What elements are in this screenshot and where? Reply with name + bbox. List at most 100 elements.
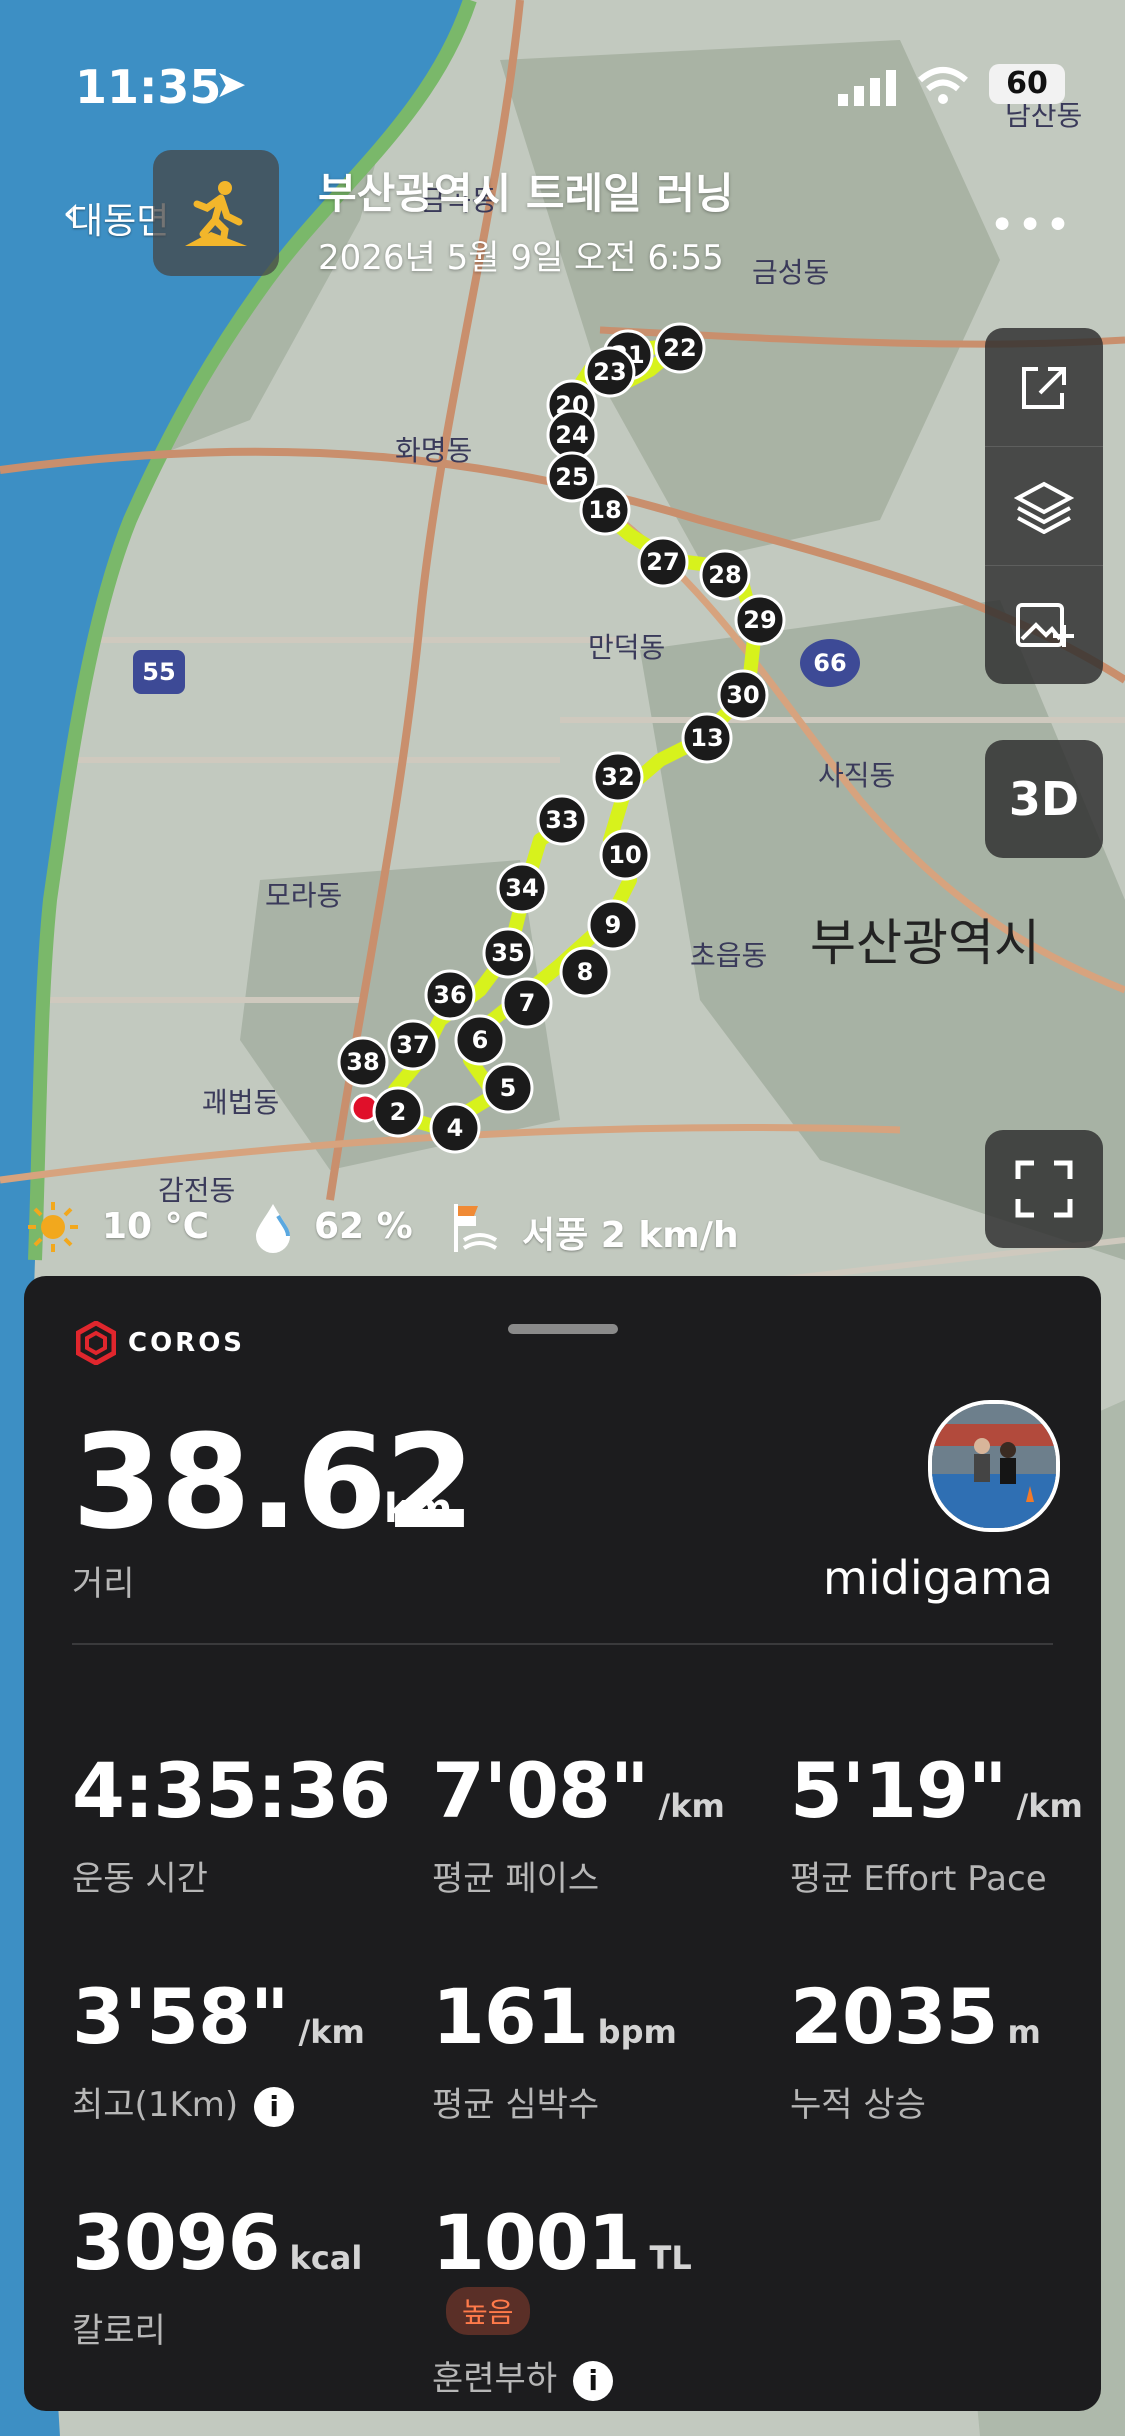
svg-text:32: 32 xyxy=(601,763,634,791)
metric-unit: /km xyxy=(658,1787,725,1825)
metric-value: 3'58" xyxy=(72,1972,290,2061)
trail-run-icon xyxy=(153,150,279,276)
km-marker: 32 xyxy=(592,751,644,803)
km-marker: 34 xyxy=(496,862,548,914)
km-marker: 28 xyxy=(699,549,751,601)
brand-name: COROS xyxy=(128,1328,246,1358)
metric-label: 평균 심박수 xyxy=(432,2085,600,2125)
svg-text:4: 4 xyxy=(447,1114,464,1142)
km-marker: 29 xyxy=(734,594,786,646)
wind: 서풍 2 km/h xyxy=(522,1215,739,1256)
place-label: 감전동 xyxy=(158,1174,235,1207)
info-icon[interactable]: i xyxy=(254,2086,295,2127)
sun-icon xyxy=(26,1200,80,1263)
km-marker: 35 xyxy=(482,927,534,979)
three-d-toggle[interactable]: 3D xyxy=(985,740,1103,858)
place-label: 화명동 xyxy=(395,434,472,467)
km-marker: 25 xyxy=(546,451,598,503)
metric-label: 평균 Effort Pace xyxy=(790,1859,1047,1899)
km-marker: 37 xyxy=(387,1019,439,1071)
metric-unit: /km xyxy=(298,2013,365,2051)
metric-unit: TL xyxy=(649,2239,692,2277)
activity-header: ‹ 대동면 부산광역시 트레일 러닝 2026년 5월 9일 오전 6:55 •… xyxy=(0,150,1125,290)
km-marker: 4 xyxy=(429,1102,481,1154)
distance-unit: km xyxy=(384,1486,453,1532)
metric-value: 1001 xyxy=(432,2198,641,2287)
metric-time: 4:35:36 운동 시간 xyxy=(72,1746,412,1900)
metric-label: 운동 시간 xyxy=(72,1859,208,1899)
metric-value: 3096 xyxy=(72,2198,281,2287)
metric-best-km: 3'58"/km 최고(1Km) i xyxy=(72,1972,412,2127)
map-layers-button[interactable] xyxy=(985,447,1103,566)
svg-text:25: 25 xyxy=(555,463,588,491)
wind-flag-icon xyxy=(450,1200,502,1265)
add-photo-button[interactable] xyxy=(985,566,1103,684)
metric-value: 161 xyxy=(432,1972,589,2061)
svg-text:8: 8 xyxy=(577,958,594,986)
place-label: 모라동 xyxy=(265,879,342,912)
svg-text:13: 13 xyxy=(690,724,723,752)
metric-label: 칼로리 xyxy=(72,2311,166,2351)
km-marker: 38 xyxy=(337,1036,389,1088)
metric-value: 7'08" xyxy=(432,1746,650,1835)
svg-text:18: 18 xyxy=(588,496,621,524)
avatar[interactable] xyxy=(928,1400,1060,1532)
km-marker: 10 xyxy=(599,829,651,881)
km-marker: 30 xyxy=(717,669,769,721)
metric-label: 최고(1Km) xyxy=(72,2085,239,2125)
place-label: 괘법동 xyxy=(202,1086,279,1119)
activity-title: 부산광역시 트레일 러닝 xyxy=(318,169,734,218)
location-arrow-icon: ➤ xyxy=(215,62,247,106)
km-marker: 13 xyxy=(681,712,733,764)
km-marker: 6 xyxy=(454,1014,506,1066)
more-options-icon[interactable]: ••• xyxy=(989,200,1073,251)
metric-effort-pace: 5'19"/km 평균 Effort Pace xyxy=(790,1746,1125,1900)
svg-text:38: 38 xyxy=(346,1048,379,1076)
load-level-badge: 높음 xyxy=(446,2287,530,2335)
add-photo-icon xyxy=(1016,603,1074,647)
svg-text:5: 5 xyxy=(500,1074,517,1102)
svg-text:2: 2 xyxy=(390,1098,407,1126)
metric-training-load: 1001 TL 높음 훈련부하 i xyxy=(432,2198,772,2401)
km-marker: 36 xyxy=(424,969,476,1021)
km-marker: 22 xyxy=(654,322,706,374)
svg-text:27: 27 xyxy=(646,548,679,576)
wifi-icon xyxy=(918,67,968,104)
metric-unit: bpm xyxy=(597,2013,677,2051)
km-marker: 33 xyxy=(536,794,588,846)
place-label: 만덕동 xyxy=(588,631,665,664)
svg-text:30: 30 xyxy=(726,681,759,709)
three-d-label: 3D xyxy=(1008,772,1080,826)
map-tools xyxy=(985,328,1103,684)
username: midigama xyxy=(823,1551,1053,1605)
humidity-icon xyxy=(250,1200,296,1263)
svg-text:10: 10 xyxy=(608,841,641,869)
metric-avg-pace: 7'08"/km 평균 페이스 xyxy=(432,1746,772,1900)
metric-value: 5'19" xyxy=(790,1746,1008,1835)
fullscreen-icon xyxy=(1015,1160,1073,1218)
svg-text:33: 33 xyxy=(545,806,578,834)
brand-logo: COROS xyxy=(76,1321,245,1365)
share-button[interactable] xyxy=(985,328,1103,447)
battery-indicator: 60 xyxy=(989,64,1065,104)
km-marker: 8 xyxy=(559,946,611,998)
temperature: 10 °C xyxy=(102,1206,210,1247)
activity-screen: 55 66 금곡동 금성동 화명동 만덕동 사직동 모라동 초읍동 부산광역시 … xyxy=(0,0,1125,2436)
drag-handle[interactable] xyxy=(508,1324,618,1334)
info-icon[interactable]: i xyxy=(573,2360,614,2401)
fullscreen-button[interactable] xyxy=(985,1130,1103,1248)
svg-text:9: 9 xyxy=(605,911,622,939)
metric-label: 누적 상승 xyxy=(790,2085,926,2125)
coros-logo-icon xyxy=(76,1321,116,1365)
distance-value: 38.62 xyxy=(72,1406,475,1558)
layers-icon xyxy=(1014,481,1074,534)
place-label-city: 부산광역시 xyxy=(810,914,1040,972)
status-bar: 11:35 ➤ 60 xyxy=(0,60,1125,120)
humidity: 62 % xyxy=(314,1206,413,1247)
svg-text:24: 24 xyxy=(555,421,588,449)
svg-text:7: 7 xyxy=(519,989,536,1017)
svg-text:36: 36 xyxy=(433,981,466,1009)
clock: 11:35 xyxy=(75,60,222,114)
highway-55-label: 55 xyxy=(142,658,175,686)
stats-panel[interactable]: COROS 38.62 km 거리 midigama 4:35:36 운동 시간… xyxy=(24,1276,1101,2411)
